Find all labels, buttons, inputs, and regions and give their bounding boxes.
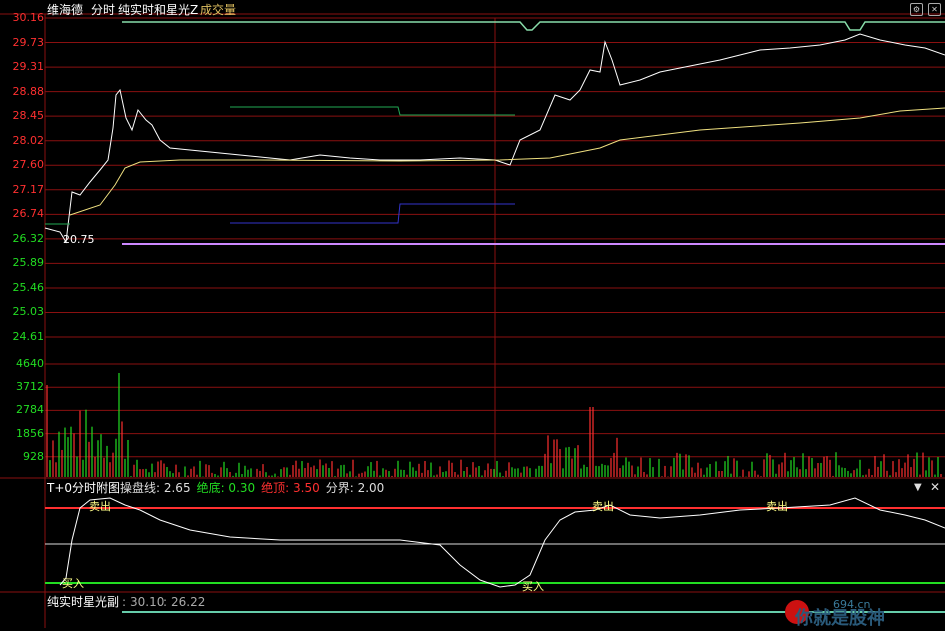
price-tick: 26.74 <box>12 207 45 221</box>
bottom-colon: : <box>122 595 127 609</box>
bottom-value-1: 30.10 <box>130 595 165 609</box>
sell-signal: 卖出 <box>89 500 111 513</box>
indicator-top-line <box>122 21 945 31</box>
price-tick: 24.61 <box>12 330 45 344</box>
indicator-green-line <box>230 106 515 116</box>
price-tick: 25.03 <box>12 305 45 319</box>
price-tick: 28.45 <box>12 109 45 123</box>
price-tick: 29.73 <box>12 35 45 49</box>
price-tick: 27.17 <box>12 182 45 196</box>
volume-tick: 3712 <box>16 380 44 394</box>
sub-panel-title[interactable]: T+0分时附图 <box>47 481 120 495</box>
buy-signal: 买入 <box>522 580 544 593</box>
sub-panel-item: 绝顶: 3.50 <box>261 481 320 495</box>
low-price-marker: 20.75 <box>63 233 95 246</box>
volume-label[interactable]: 成交量 <box>200 3 236 17</box>
sub-panel-item: 分界: 2.00 <box>325 481 385 495</box>
sell-signal: 卖出 <box>766 500 788 513</box>
volume-grid <box>0 363 945 593</box>
watermark-slogan: 你就是股神 <box>794 607 885 628</box>
chart-mode[interactable]: 分时 <box>91 3 115 17</box>
volume-tick: 928 <box>23 449 44 463</box>
watermark-logo: 694.cn 你就是股神 <box>785 598 885 629</box>
price-tick: 29.31 <box>12 60 45 74</box>
sub-panel-item: 绝底: 0.30 <box>196 481 256 495</box>
price-grid <box>0 13 945 628</box>
price-tick: 30.16 <box>12 11 45 24</box>
close-icon[interactable]: ✕ <box>928 3 941 16</box>
bottom-value-2: 26.22 <box>171 595 206 609</box>
close-icon[interactable]: ✕ <box>930 480 940 494</box>
sub-panel-values: 操盘线: 2.65 绝底: 0.30 绝顶: 3.50 分界: 2.00 <box>120 481 390 495</box>
price-tick: 25.46 <box>12 280 45 294</box>
stock-name: 维海德 <box>47 3 84 17</box>
buy-signal: 买入 <box>62 577 84 590</box>
chart-canvas <box>0 13 945 628</box>
settings-icon[interactable]: ⚙ <box>910 3 923 16</box>
price-tick: 27.60 <box>12 158 45 172</box>
triangle-down-icon[interactable]: ▼ <box>914 481 922 495</box>
intraday-chart-window: 维海德 分时 纯实时和星光Z 成交量 ⚙ ✕ 30.16 29.73 29.31 28… <box>0 0 945 629</box>
average-price-line <box>69 107 945 216</box>
bottom-panel-title[interactable]: 纯实时星光副 <box>47 595 119 609</box>
indicator-blue-line <box>230 203 515 224</box>
operation-line <box>59 497 945 588</box>
sub-panel-item: 操盘线: 2.65 <box>120 481 191 495</box>
volume-tick: 4640 <box>16 357 44 370</box>
price-tick: 26.32 <box>12 231 45 245</box>
sub-panel-lines <box>45 497 945 588</box>
price-tick: 28.02 <box>12 133 45 147</box>
price-tick: 28.88 <box>12 84 45 98</box>
price-tick: 25.89 <box>12 256 45 270</box>
watermark: 694.cn 你就是股神 <box>785 592 945 629</box>
indicator-name[interactable]: 纯实时和星光Z <box>118 3 198 17</box>
bottom-colon: : <box>163 595 168 609</box>
volume-tick: 2784 <box>16 403 44 417</box>
volume-bars <box>46 373 942 477</box>
sell-signal: 卖出 <box>592 500 614 513</box>
volume-tick: 1856 <box>16 426 44 440</box>
